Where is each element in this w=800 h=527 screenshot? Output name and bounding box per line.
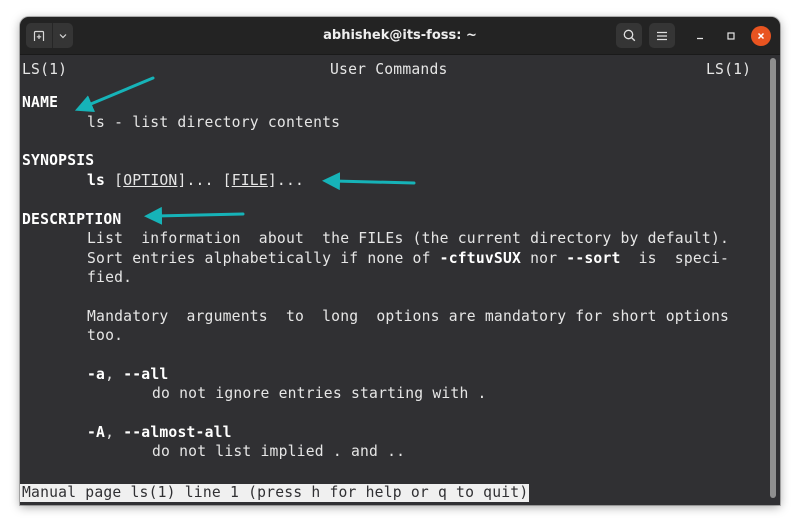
man-header-right: LS(1)	[706, 61, 752, 78]
maximize-icon	[727, 32, 735, 40]
option-A-long: --almost-all	[123, 424, 232, 441]
option-a-description: do not ignore entries starting with .	[152, 385, 487, 402]
option-separator: ,	[105, 366, 124, 383]
synopsis-line: ls [OPTION]... [FILE]...	[87, 171, 304, 190]
option-A-short: -A	[87, 424, 106, 441]
scrollbar[interactable]	[770, 58, 776, 498]
section-description-heading: DESCRIPTION	[22, 211, 122, 228]
synopsis-command: ls	[87, 172, 106, 189]
description-line-3: fied.	[87, 269, 133, 286]
title-bar: abhishek@its-foss: ~	[20, 17, 780, 55]
close-icon	[757, 32, 765, 40]
synopsis-file: FILE	[231, 172, 268, 189]
name-description: ls - list directory contents	[87, 114, 341, 131]
section-synopsis-heading: SYNOPSIS	[22, 152, 95, 169]
description-text: is speci-	[620, 250, 730, 267]
option-a-long: --all	[123, 366, 169, 383]
minimize-button[interactable]	[690, 26, 710, 46]
description-text: Sort entries alphabetically if none of	[87, 250, 440, 267]
flag-cftuvsux: -cftuvSUX	[439, 250, 522, 267]
search-button[interactable]	[616, 23, 642, 48]
section-name-heading: NAME	[22, 94, 59, 111]
search-icon	[623, 29, 635, 42]
description-line-2: Sort entries alphabetically if none of -…	[87, 249, 729, 268]
option-separator: ,	[105, 424, 124, 441]
option-a-short: -a	[87, 366, 106, 383]
pager-status-line: Manual page ls(1) line 1 (press h for he…	[20, 484, 530, 502]
terminal-window: abhishek@its-foss: ~ LS(1) User Commands…	[20, 17, 780, 505]
mandatory-line-1: Mandatory arguments to long options are …	[87, 308, 730, 325]
man-header-left: LS(1)	[22, 61, 68, 78]
description-line-1: List information about the FILEs (the cu…	[87, 230, 730, 247]
terminal-content[interactable]: LS(1) User Commands LS(1) NAME ls - list…	[20, 55, 780, 505]
option-A-description: do not list implied . and ..	[152, 443, 406, 460]
option-A: -A, --almost-all	[87, 423, 232, 442]
description-text: nor	[521, 250, 567, 267]
synopsis-bracket: [	[105, 172, 124, 189]
mandatory-line-2: too.	[87, 327, 124, 344]
maximize-button[interactable]	[721, 26, 741, 46]
synopsis-bracket: ]... [	[177, 172, 232, 189]
synopsis-bracket: ]...	[267, 172, 305, 189]
menu-button[interactable]	[649, 23, 675, 48]
man-header-center: User Commands	[330, 61, 448, 78]
synopsis-option: OPTION	[123, 172, 178, 189]
flag-sort: --sort	[566, 250, 621, 267]
close-button[interactable]	[751, 26, 771, 46]
option-a: -a, --all	[87, 365, 168, 384]
hamburger-menu-icon	[657, 31, 667, 40]
minimize-icon	[697, 37, 703, 40]
